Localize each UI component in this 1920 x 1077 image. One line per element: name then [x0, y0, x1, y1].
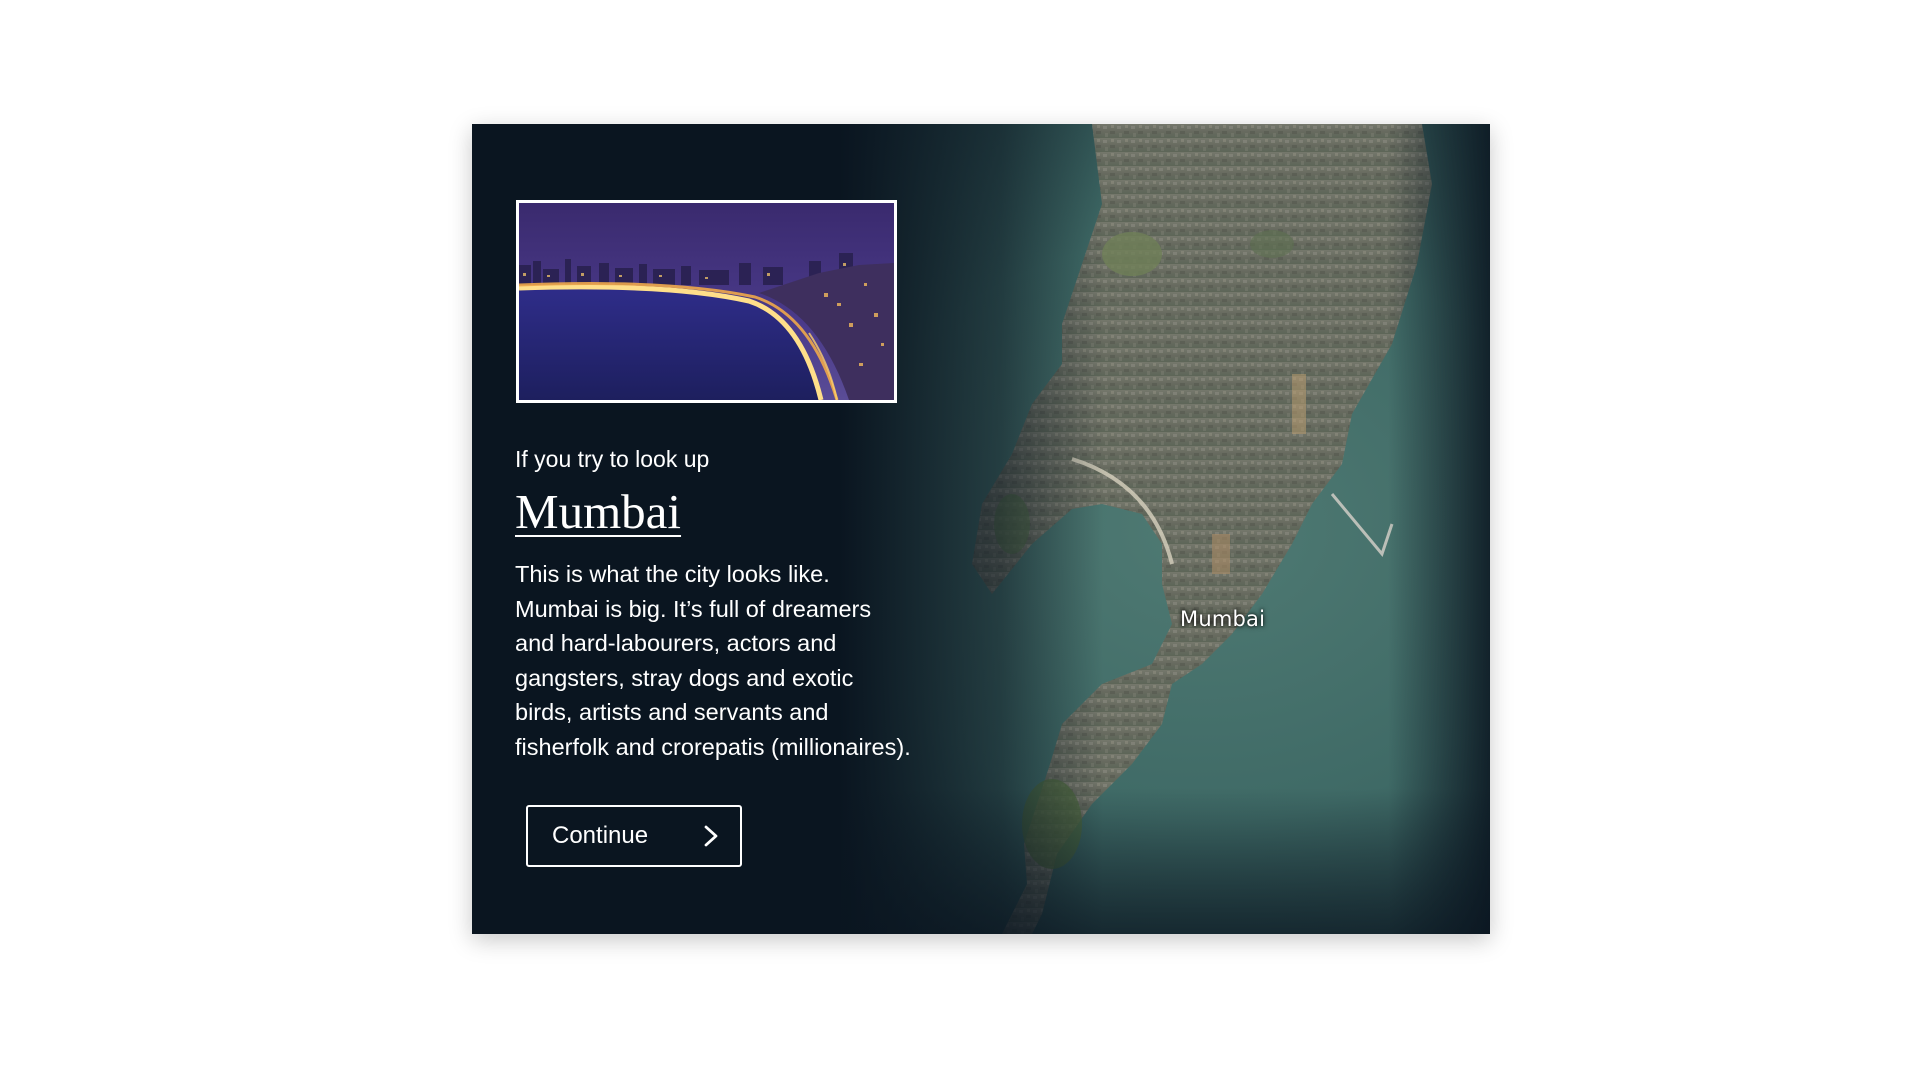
story-card: Mumbai If you try to look up Mumbai This… — [472, 124, 1490, 934]
story-paragraph: This is what the city looks like. Mumbai… — [515, 557, 945, 764]
paragraph-line: birds, artists and servants and — [515, 699, 829, 725]
city-photo-thumbnail — [516, 200, 897, 403]
paragraph-line: Mumbai is big. It’s full of dreamers — [515, 595, 872, 622]
intro-eyebrow: If you try to look up — [515, 446, 710, 472]
map-city-label: Mumbai — [1180, 607, 1266, 631]
chevron-right-icon — [704, 825, 718, 847]
place-name-link[interactable]: Mumbai — [515, 483, 681, 540]
paragraph-line: fisherfolk and crorepatis (millionaires)… — [515, 733, 911, 760]
paragraph-line: This is what the city looks like. — [515, 561, 830, 587]
paragraph-line: gangsters, stray dogs and exotic — [515, 664, 854, 691]
continue-button[interactable]: Continue — [526, 805, 742, 867]
paragraph-line: and hard-labourers, actors and — [515, 630, 837, 656]
continue-button-label: Continue — [552, 822, 649, 849]
